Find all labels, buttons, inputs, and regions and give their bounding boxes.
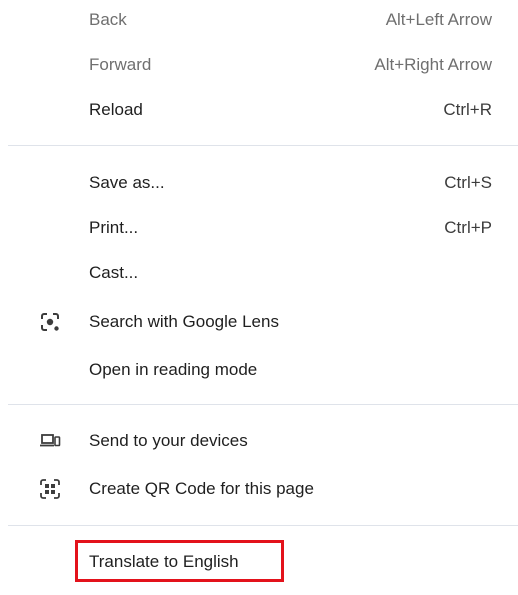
menu-item-reload[interactable]: Reload Ctrl+R [0,90,518,130]
menu-item-back[interactable]: Back Alt+Left Arrow [0,0,518,40]
highlight-annotation-box [75,540,284,582]
menu-item-google-lens[interactable]: Search with Google Lens [0,302,518,342]
qr-code-icon [39,478,61,500]
menu-item-print[interactable]: Print... Ctrl+P [0,208,518,248]
menu-item-reading-mode[interactable]: Open in reading mode [0,350,518,390]
google-lens-icon [39,311,61,333]
menu-item-label: Reload [89,100,143,119]
menu-item-shortcut: Ctrl+S [444,173,492,192]
menu-separator [8,404,518,405]
menu-item-create-qr-code[interactable]: Create QR Code for this page [0,469,518,509]
menu-item-label: Open in reading mode [89,360,258,379]
menu-item-label: Back [89,10,127,29]
menu-separator [8,145,518,146]
menu-item-shortcut: Ctrl+R [443,100,492,119]
menu-item-label: Send to your devices [89,431,248,450]
menu-item-label: Forward [89,55,152,74]
menu-item-cast[interactable]: Cast... [0,253,518,293]
devices-icon [39,430,61,452]
context-menu: Back Alt+Left Arrow Forward Alt+Right Ar… [0,0,518,595]
menu-item-shortcut: Alt+Right Arrow [374,55,492,74]
menu-item-send-to-devices[interactable]: Send to your devices [0,421,518,461]
menu-item-label: Create QR Code for this page [89,479,314,498]
menu-item-label: Cast... [89,263,139,282]
menu-item-shortcut: Alt+Left Arrow [385,10,492,29]
menu-item-label: Print... [89,218,139,237]
menu-separator [8,525,518,526]
menu-item-shortcut: Ctrl+P [444,218,492,237]
menu-item-label: Search with Google Lens [89,312,279,331]
menu-item-save-as[interactable]: Save as... Ctrl+S [0,163,518,203]
menu-item-forward[interactable]: Forward Alt+Right Arrow [0,45,518,85]
menu-item-label: Save as... [89,173,165,192]
